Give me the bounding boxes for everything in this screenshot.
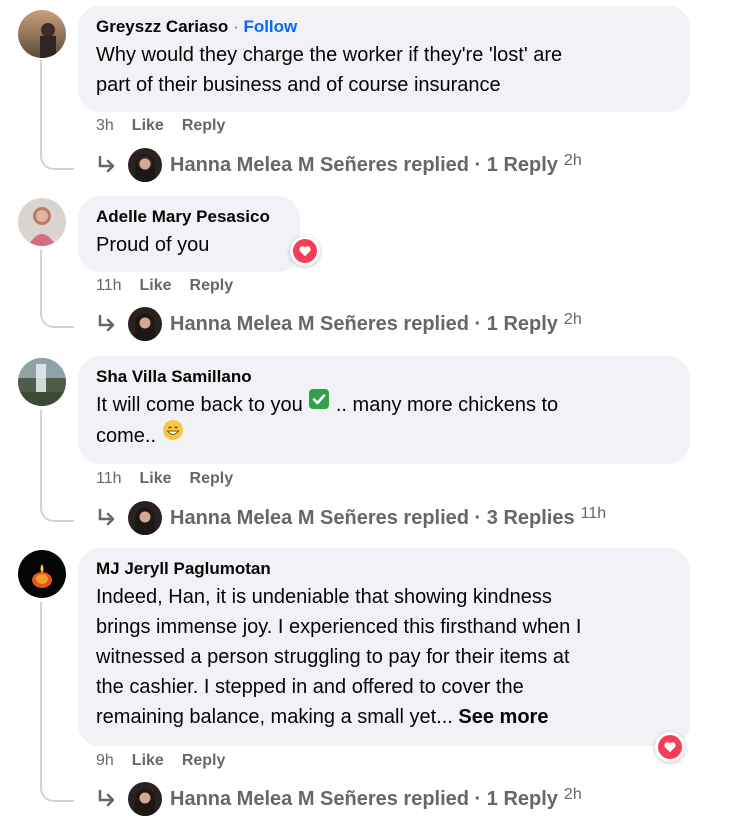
comment-author[interactable]: Sha Villa Samillano [96,366,672,388]
avatar[interactable] [18,198,66,246]
comment-timestamp[interactable]: 9h [96,752,114,770]
reply-button[interactable]: Reply [190,470,234,488]
reaction-badge[interactable] [655,732,685,762]
view-replies[interactable]: Hanna Melea M Señeres replied · 1 Reply … [96,782,582,816]
comment-bubble: Adelle Mary Pesasico Proud of you [78,196,300,272]
replies-summary[interactable]: Hanna Melea M Señeres replied · 1 Reply [170,788,558,811]
like-button[interactable]: Like [132,752,164,770]
avatar[interactable] [18,10,66,58]
view-replies[interactable]: Hanna Melea M Señeres replied · 1 Reply … [96,148,582,182]
comment-author[interactable]: Greyszz Cariaso [96,17,228,36]
reply-button[interactable]: Reply [182,752,226,770]
view-replies[interactable]: Hanna Melea M Señeres replied · 1 Reply … [96,307,582,341]
comment-text-line: witnessed a person struggling to pay for… [96,646,570,668]
comment-actions: 11h Like Reply [96,277,233,295]
reply-arrow-icon [98,155,115,173]
reaction-badge[interactable] [290,236,320,266]
comment-text-line: come.. [96,419,672,452]
comment-author[interactable]: Adelle Mary Pesasico [96,206,282,228]
comment-text: Indeed, Han, it is undeniable that showi… [96,582,672,732]
comment-text: Proud of you [96,234,210,256]
comment-text-segment: remaining balance, making a small yet... [96,706,453,728]
replies-summary[interactable]: Hanna Melea M Señeres replied · 3 Replie… [170,507,575,530]
comment-actions: 3h Like Reply [96,117,225,135]
like-button[interactable]: Like [132,117,164,135]
reply-arrow-icon [98,314,115,332]
check-mark-emoji-icon [308,388,330,419]
thread-line [40,602,74,802]
heart-icon [658,735,682,759]
comment-header: Greyszz Cariaso · Follow [96,16,672,38]
comment-author[interactable]: MJ Jeryll Paglumotan [96,558,672,580]
comment-text-line: the cashier. I stepped in and offered to… [96,676,524,698]
comment-text-segment: .. many more chickens to [335,394,559,416]
heart-icon [293,239,317,263]
comment-text-line: remaining balance, making a small yet...… [96,702,672,732]
comment-actions: 11h Like Reply [96,470,233,488]
replies-summary[interactable]: Hanna Melea M Señeres replied · 1 Reply [170,313,558,336]
replies-timestamp: 2h [563,152,582,169]
view-replies[interactable]: Hanna Melea M Señeres replied · 3 Replie… [96,501,606,535]
replies-timestamp: 2h [563,786,582,803]
reply-button[interactable]: Reply [182,117,226,135]
comment-bubble: Greyszz Cariaso · Follow Why would they … [78,6,690,112]
comment-text-line: part of their business and of course ins… [96,74,501,96]
replier-avatar [128,307,162,341]
comment-timestamp[interactable]: 11h [96,277,122,295]
comment-timestamp[interactable]: 3h [96,117,114,135]
avatar[interactable] [18,358,66,406]
avatar[interactable] [18,550,66,598]
thread-line [40,250,74,328]
replies-timestamp: 2h [563,311,582,328]
comment-timestamp[interactable]: 11h [96,470,122,488]
see-more-link[interactable]: See more [458,706,548,728]
replier-avatar [128,782,162,816]
comment-text: Why would they charge the worker if they… [96,40,672,100]
comment-text-line: Indeed, Han, it is undeniable that showi… [96,586,552,608]
follow-button[interactable]: Follow [243,17,297,36]
replies-timestamp: 11h [580,505,607,522]
comment-text-segment: It will come back to you [96,394,303,416]
reply-arrow-icon [98,508,115,526]
comment-actions: 9h Like Reply [96,752,225,770]
comment-text-line: It will come back to you .. many more ch… [96,388,672,421]
like-button[interactable]: Like [140,277,172,295]
like-button[interactable]: Like [140,470,172,488]
replies-summary[interactable]: Hanna Melea M Señeres replied · 1 Reply [170,154,558,177]
comment-bubble: Sha Villa Samillano It will come back to… [78,356,690,464]
replier-avatar [128,501,162,535]
thread-line [40,60,74,170]
comment-text-segment: come.. [96,425,157,448]
comment-text-line: Why would they charge the worker if they… [96,44,563,66]
comment-bubble: MJ Jeryll Paglumotan Indeed, Han, it is … [78,548,690,746]
thread-line [40,410,74,522]
comment-text-line: brings immense joy. I experienced this f… [96,616,582,638]
reply-button[interactable]: Reply [190,277,234,295]
separator-dot: · [233,17,239,36]
grinning-emoji-icon [162,419,184,450]
comment-text: It will come back to you .. many more ch… [96,388,672,452]
reply-arrow-icon [98,789,115,807]
replier-avatar [128,148,162,182]
